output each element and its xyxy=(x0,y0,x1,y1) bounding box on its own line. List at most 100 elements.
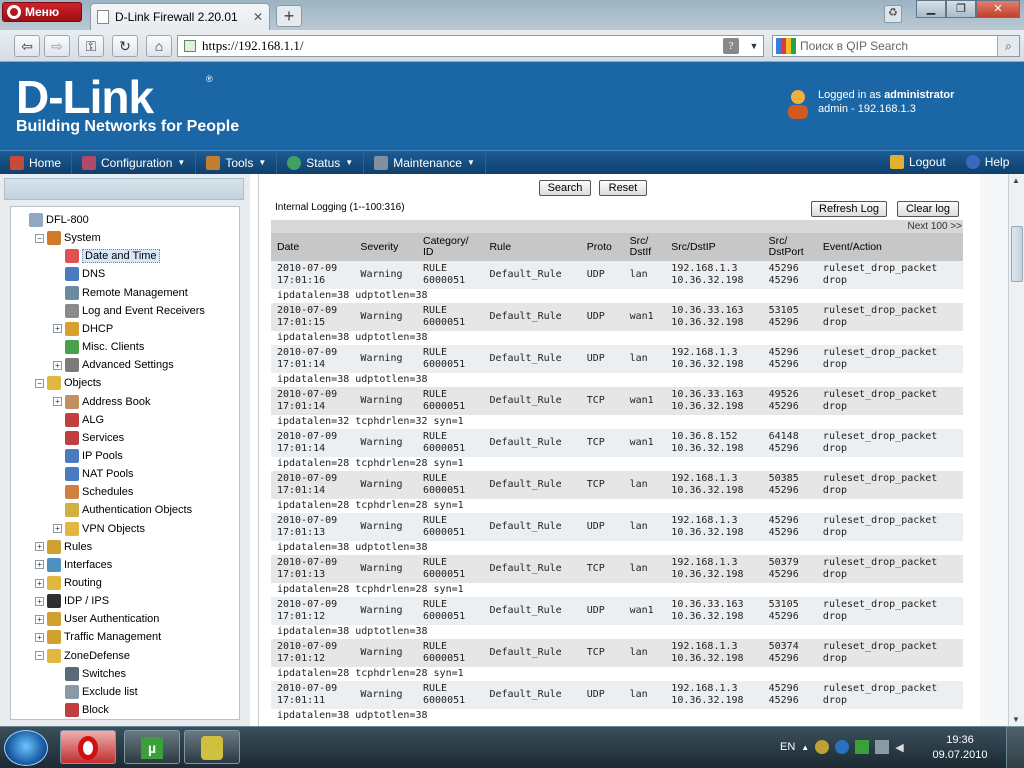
menu-home[interactable]: Home xyxy=(0,150,73,175)
expand-icon[interactable]: + xyxy=(35,578,44,588)
reload-button[interactable]: ↻ xyxy=(112,35,138,57)
search-button[interactable]: Search xyxy=(539,180,591,196)
tray-expand-icon[interactable]: ▲ xyxy=(801,743,809,752)
tree-item[interactable]: Exclude list xyxy=(53,683,138,701)
log-cell-proto: TCP xyxy=(580,639,624,667)
menu-help[interactable]: Help xyxy=(956,150,1020,174)
scroll-down-icon[interactable]: ▼ xyxy=(1012,715,1020,724)
tree-item[interactable]: Services xyxy=(53,429,124,447)
tray-app-icon[interactable] xyxy=(815,740,830,754)
reset-button[interactable]: Reset xyxy=(599,180,647,196)
tree-item[interactable]: + User Authentication xyxy=(35,610,159,628)
tree-item[interactable]: + IDP / IPS xyxy=(35,592,109,610)
next-page-link[interactable]: Next 100 >> xyxy=(908,221,962,232)
volume-icon[interactable]: ◀ xyxy=(895,741,903,754)
scrollbar-thumb[interactable] xyxy=(1011,226,1023,282)
tree-item[interactable]: − System xyxy=(35,229,101,247)
tree-item[interactable]: Switches xyxy=(53,665,126,683)
expand-icon[interactable]: + xyxy=(35,614,44,624)
tree-item[interactable]: + Traffic Management xyxy=(35,628,161,646)
minimize-button[interactable]: ▁ xyxy=(916,0,946,18)
tree-item[interactable]: ALG xyxy=(53,411,104,429)
expand-icon[interactable]: + xyxy=(53,524,62,534)
tree-item[interactable]: Authentication Objects xyxy=(53,501,192,519)
site-info-icon[interactable]: ? xyxy=(723,38,739,54)
expand-icon[interactable]: + xyxy=(53,324,62,334)
log-cell-ip: 192.168.1.3 10.36.32.198 xyxy=(665,513,763,541)
clear-log-button[interactable]: Clear log xyxy=(897,201,959,217)
tree-item[interactable]: Block xyxy=(53,701,109,719)
tree-item[interactable]: NAT Pools xyxy=(53,465,134,483)
qip-taskbar-button[interactable] xyxy=(184,730,240,764)
menu-logout[interactable]: Logout xyxy=(880,150,956,174)
tab-close-icon[interactable]: ✕ xyxy=(253,10,263,24)
log-row: 2010-07-09 17:01:15 Warning RULE 6000051 Defa… xyxy=(271,303,963,331)
forward-button[interactable]: ⇨ xyxy=(44,35,70,57)
tree-item[interactable]: − Objects xyxy=(35,374,101,392)
new-tab-button[interactable]: + xyxy=(276,5,302,27)
tree-item[interactable]: + Advanced Settings xyxy=(53,356,174,374)
language-indicator[interactable]: EN xyxy=(780,741,795,753)
maximize-button[interactable]: ❐ xyxy=(946,0,976,18)
tree-item[interactable]: + Rules xyxy=(35,538,92,556)
opera-taskbar-button[interactable] xyxy=(60,730,116,764)
tree-item[interactable]: + VPN Objects xyxy=(53,520,145,538)
navigation-panel: DFL-800− System Date and Time DNS Remote Man… xyxy=(0,174,250,726)
browser-tab[interactable]: D-Link Firewall 2.20.01 ✕ xyxy=(90,3,270,30)
home-button[interactable]: ⌂ xyxy=(146,35,172,57)
menu-status[interactable]: Status ▼ xyxy=(277,150,365,175)
key-icon[interactable]: ⚿ xyxy=(78,35,104,57)
opera-menu-button[interactable]: Меню xyxy=(2,2,82,22)
collapse-icon[interactable]: − xyxy=(35,378,44,388)
tree-item[interactable]: Schedules xyxy=(53,483,133,501)
search-go-icon[interactable]: ⌕ xyxy=(997,36,1019,56)
close-window-button[interactable]: ✕ xyxy=(976,0,1020,18)
tree-item[interactable]: Date and Time xyxy=(53,247,160,265)
expand-icon[interactable]: + xyxy=(35,632,44,642)
tree-item[interactable]: + Interfaces xyxy=(35,556,112,574)
collapse-icon[interactable]: − xyxy=(35,233,44,243)
utorrent-taskbar-button[interactable]: µ xyxy=(124,730,180,764)
trash-icon[interactable]: ♻ xyxy=(884,5,902,23)
start-button[interactable] xyxy=(4,730,48,766)
tree-item[interactable]: DNS xyxy=(53,265,105,283)
tree-node-icon xyxy=(65,394,79,409)
tree-item[interactable]: − ZoneDefense xyxy=(35,647,130,665)
clock[interactable]: 19:36 09.07.2010 xyxy=(930,733,990,763)
tree-item[interactable]: DFL-800 xyxy=(17,211,89,229)
tree-item[interactable]: Misc. Clients xyxy=(53,338,144,356)
refresh-log-button[interactable]: Refresh Log xyxy=(811,201,887,217)
log-cell-ip: 192.168.1.3 10.36.32.198 xyxy=(665,681,763,709)
vertical-scrollbar[interactable]: ▲ ▼ xyxy=(1008,174,1024,726)
menu-maintenance[interactable]: Maintenance ▼ xyxy=(364,150,486,175)
menu-configuration[interactable]: Configuration ▼ xyxy=(72,150,197,175)
address-dropdown-icon[interactable]: ▼ xyxy=(745,41,763,51)
scroll-up-icon[interactable]: ▲ xyxy=(1012,176,1020,185)
tree-item-label: Authentication Objects xyxy=(82,504,193,517)
expand-icon[interactable]: + xyxy=(53,397,62,406)
expand-icon[interactable]: + xyxy=(35,560,44,570)
tree-item[interactable]: + Address Book xyxy=(53,393,150,411)
search-bar[interactable]: Поиск в QIP Search ⌕ xyxy=(772,35,1020,57)
tree-item[interactable]: Log and Event Receivers xyxy=(53,302,205,320)
tray-network-icon[interactable] xyxy=(835,740,850,754)
expand-icon[interactable]: + xyxy=(53,360,62,370)
show-desktop-button[interactable] xyxy=(1006,726,1024,768)
tray-utorrent-icon[interactable] xyxy=(855,740,870,754)
search-engine-icon[interactable] xyxy=(776,38,796,54)
address-bar[interactable]: https://192.168.1.1/ ? ▼ xyxy=(177,35,764,57)
back-button[interactable]: ⇦ xyxy=(14,35,40,57)
log-cell-event: ruleset_drop_packet drop xyxy=(816,429,963,457)
menu-tools[interactable]: Tools ▼ xyxy=(196,150,278,175)
tree-item[interactable]: + DHCP xyxy=(53,320,113,338)
tree-item-label: Address Book xyxy=(82,395,151,408)
tree-item[interactable]: IP Pools xyxy=(53,447,123,465)
tray-monitor-icon[interactable] xyxy=(875,740,890,754)
collapse-icon[interactable]: − xyxy=(35,651,44,661)
tree-item[interactable]: Remote Management xyxy=(53,284,188,302)
expand-icon[interactable]: + xyxy=(35,596,44,606)
log-cell-port: 53105 45296 xyxy=(762,303,817,331)
expand-icon[interactable]: + xyxy=(35,542,44,552)
tree-item[interactable]: + Routing xyxy=(35,574,102,592)
log-cell-cat: RULE 6000051 xyxy=(416,387,484,415)
